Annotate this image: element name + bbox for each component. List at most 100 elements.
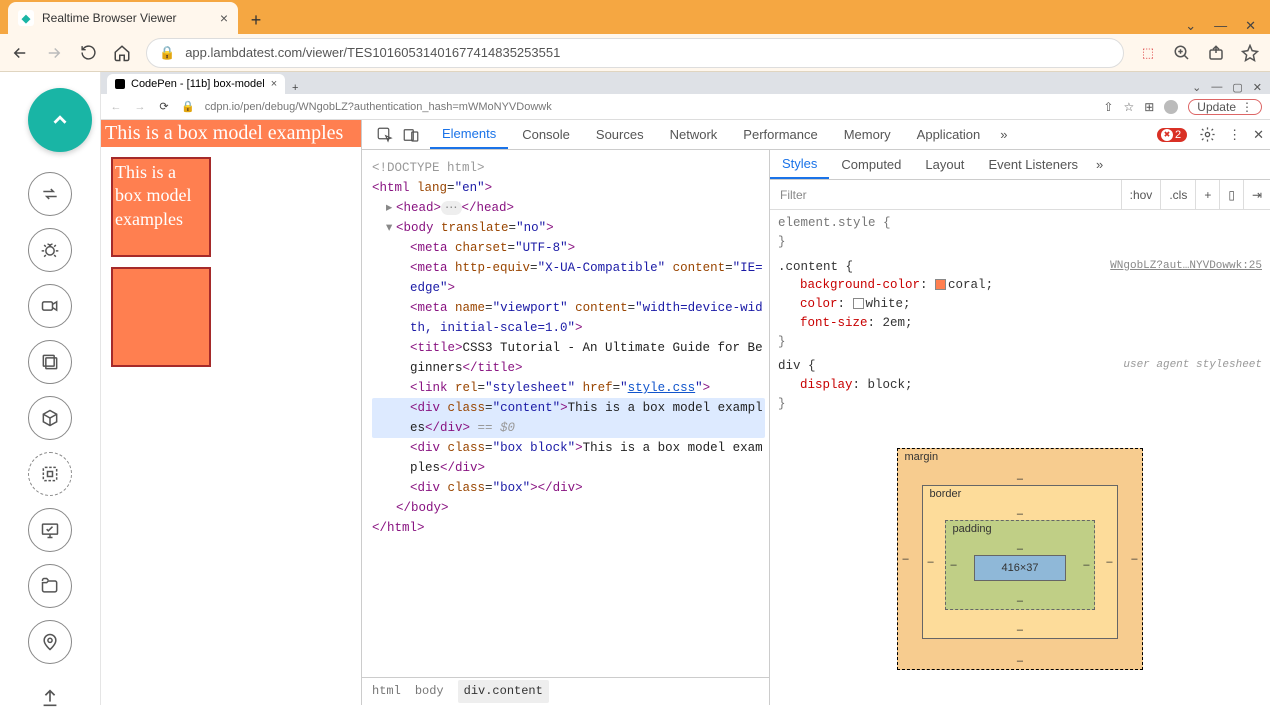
rule-element-style[interactable]: element.style { <box>778 216 891 230</box>
hov-toggle[interactable]: :hov <box>1121 180 1161 209</box>
gear-icon[interactable] <box>1199 126 1216 143</box>
bm-margin-label: margin <box>904 451 938 463</box>
styles-filter-row: Filter :hov .cls + ▯ ⇥ <box>770 180 1270 210</box>
back-icon[interactable] <box>10 43 30 63</box>
video-icon[interactable] <box>28 284 72 328</box>
reload-icon[interactable]: ⟳ <box>157 100 171 114</box>
inner-tab-title: CodePen - [11b] box-model <box>131 78 265 90</box>
tab-console[interactable]: Console <box>510 121 582 148</box>
outer-window-controls: ⌄ — ✕ <box>1185 18 1270 34</box>
chevron-down-icon[interactable]: ⌄ <box>1185 18 1196 34</box>
cube-icon[interactable] <box>28 396 72 440</box>
tab-computed[interactable]: Computed <box>829 151 913 178</box>
gallery-icon[interactable] <box>28 340 72 384</box>
kebab-icon[interactable]: ⋮ <box>1228 127 1241 143</box>
styles-tab-bar: Styles Computed Layout Event Listeners » <box>770 150 1270 180</box>
selected-marker: == $0 <box>470 421 515 435</box>
close-icon[interactable]: ✕ <box>1253 81 1262 94</box>
error-badge[interactable]: 2 <box>1157 128 1187 142</box>
color-swatch-white[interactable] <box>853 298 864 309</box>
toggle-sidebar-icon[interactable]: ⇥ <box>1243 180 1270 209</box>
tab-application[interactable]: Application <box>905 121 993 148</box>
switch-icon[interactable] <box>28 172 72 216</box>
outer-browser-tab[interactable]: ◆ Realtime Browser Viewer × <box>8 2 238 34</box>
translate-icon[interactable]: ⬚ <box>1138 43 1158 63</box>
tab-styles[interactable]: Styles <box>770 150 829 179</box>
forward-icon[interactable] <box>44 43 64 63</box>
tab-event-listeners[interactable]: Event Listeners <box>976 151 1090 178</box>
chevron-down-icon[interactable]: ⌄ <box>1192 81 1201 94</box>
files-icon[interactable] <box>28 564 72 608</box>
close-icon[interactable]: × <box>220 10 228 26</box>
close-icon[interactable]: ✕ <box>1253 127 1264 143</box>
inner-new-tab-button[interactable]: + <box>285 82 305 94</box>
minimize-icon[interactable]: — <box>1211 81 1222 94</box>
star-icon[interactable]: ☆ <box>1123 100 1134 114</box>
content-div: This is a box model examples <box>101 120 361 147</box>
upload-icon[interactable] <box>28 676 72 720</box>
location-icon[interactable] <box>28 620 72 664</box>
devtools-tab-bar: Elements Console Sources Network Perform… <box>362 120 1270 150</box>
reload-icon[interactable] <box>78 43 98 63</box>
star-icon[interactable] <box>1240 43 1260 63</box>
tab-sources[interactable]: Sources <box>584 121 656 148</box>
styles-filter-input[interactable]: Filter <box>770 188 1121 202</box>
box-block-div: This is a box model examples <box>111 157 211 257</box>
color-swatch-coral[interactable] <box>935 279 946 290</box>
cls-toggle[interactable]: .cls <box>1160 180 1195 209</box>
outer-tab-title: Realtime Browser Viewer <box>42 11 212 25</box>
breadcrumb-body[interactable]: body <box>415 682 444 701</box>
inspect-icon[interactable] <box>376 126 394 144</box>
share-icon[interactable]: ⇧ <box>1103 100 1113 114</box>
dom-doctype[interactable]: <!DOCTYPE html> <box>372 161 485 175</box>
close-icon[interactable]: ✕ <box>1245 18 1256 34</box>
new-style-rule-icon[interactable]: + <box>1195 180 1219 209</box>
bm-content-dims: 416×37 <box>974 555 1065 581</box>
rule-source-link[interactable]: WNgobLZ?aut…NYVDowwk:25 <box>1110 258 1262 275</box>
minimize-icon[interactable]: — <box>1214 18 1227 34</box>
dom-tree[interactable]: <!DOCTYPE html> <html lang="en"> ▸<head>… <box>362 150 769 677</box>
bm-border-label: border <box>929 488 961 500</box>
lock-icon: 🔒 <box>181 100 195 113</box>
monitor-icon[interactable] <box>28 508 72 552</box>
tab-performance[interactable]: Performance <box>731 121 829 148</box>
puzzle-icon[interactable]: ⊞ <box>1144 100 1154 114</box>
update-button[interactable]: Update <box>1188 99 1262 115</box>
back-icon[interactable]: ← <box>109 100 123 114</box>
css-rules-list[interactable]: element.style { } WNgobLZ?aut…NYVDowwk:2… <box>770 210 1270 418</box>
breadcrumb-div-content[interactable]: div.content <box>458 680 549 703</box>
bug-icon[interactable] <box>28 228 72 272</box>
dom-breadcrumb: html body div.content <box>362 677 769 705</box>
maximize-icon[interactable]: ▢ <box>1232 81 1242 94</box>
rule-content[interactable]: .content { <box>778 260 853 274</box>
rule-div[interactable]: div { <box>778 359 816 373</box>
box-model-diagram[interactable]: margin –––– border –––– padding –––– 416… <box>770 418 1270 700</box>
dom-panel: <!DOCTYPE html> <html lang="en"> ▸<head>… <box>362 150 770 705</box>
device-toggle-icon[interactable] <box>402 126 420 144</box>
inner-url[interactable]: cdpn.io/pen/debug/WNgobLZ?authentication… <box>205 101 1094 113</box>
outer-address-bar[interactable]: 🔒 app.lambdatest.com/viewer/TES101605314… <box>146 38 1124 68</box>
close-icon[interactable]: × <box>271 78 277 90</box>
rule-source-ua: user agent stylesheet <box>1123 357 1262 374</box>
more-tabs-icon[interactable]: » <box>994 127 1013 142</box>
inner-toolbar: ← → ⟳ 🔒 cdpn.io/pen/debug/WNgobLZ?authen… <box>101 94 1270 120</box>
tab-layout[interactable]: Layout <box>913 151 976 178</box>
inner-browser-tab[interactable]: CodePen - [11b] box-model × <box>107 74 285 94</box>
share-icon[interactable] <box>1206 43 1226 63</box>
profile-avatar[interactable] <box>1164 100 1178 114</box>
more-styles-tabs-icon[interactable]: » <box>1090 157 1109 172</box>
new-tab-button[interactable]: + <box>242 6 270 34</box>
collapse-fab-button[interactable] <box>28 88 92 152</box>
home-icon[interactable] <box>112 43 132 63</box>
tab-network[interactable]: Network <box>658 121 730 148</box>
forward-icon[interactable]: → <box>133 100 147 114</box>
computed-panel-icon[interactable]: ▯ <box>1219 180 1243 209</box>
project-icon[interactable] <box>28 452 72 496</box>
zoom-icon[interactable] <box>1172 43 1192 63</box>
tab-memory[interactable]: Memory <box>832 121 903 148</box>
stylesheet-link[interactable]: style.css <box>628 381 696 395</box>
tab-elements[interactable]: Elements <box>430 120 508 149</box>
breadcrumb-html[interactable]: html <box>372 682 401 701</box>
devtools: Elements Console Sources Network Perform… <box>361 120 1270 705</box>
selected-dom-node[interactable]: ⋯<div class="content">This is a box mode… <box>372 398 765 438</box>
